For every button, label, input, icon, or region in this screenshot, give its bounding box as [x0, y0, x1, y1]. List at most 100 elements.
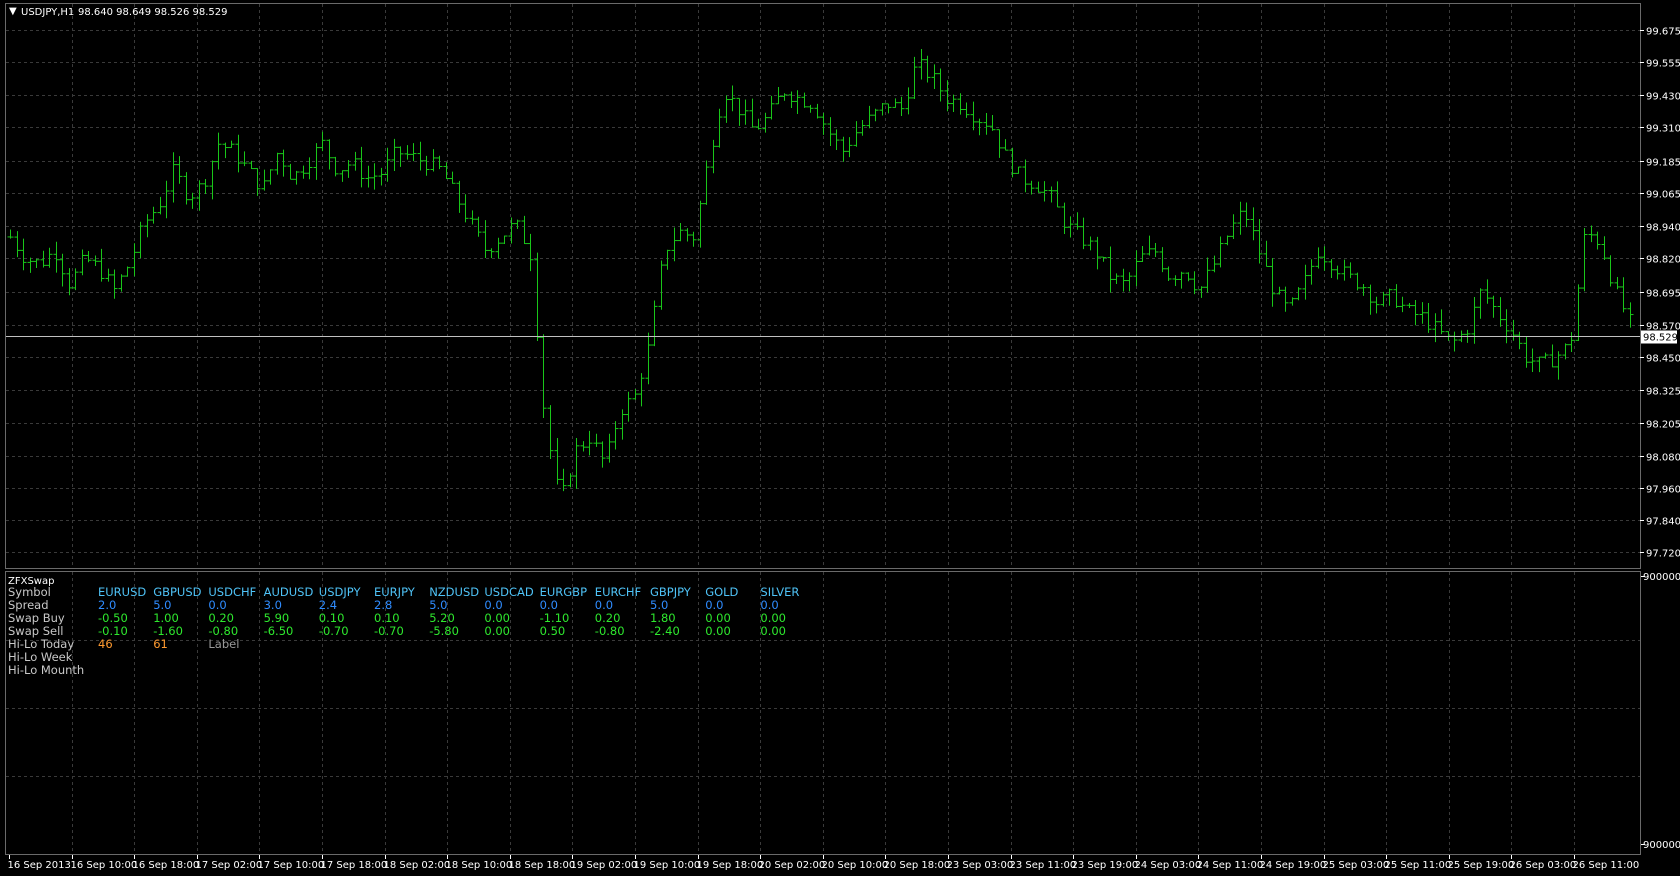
spread-cell: 0.0	[760, 598, 778, 612]
time-tick-label: 24 Sep 19:00	[1260, 860, 1327, 871]
spread-cell: 0.0	[540, 598, 558, 612]
spread-cell: 3.0	[264, 598, 282, 612]
row-label: Hi-Lo Mounth	[8, 663, 84, 677]
time-tick-label: 16 Sep 18:00	[133, 860, 200, 871]
time-tick-label: 18 Sep 10:00	[446, 860, 513, 871]
swap-sell-cell: 0.00	[705, 624, 731, 638]
swap-buy-cell: 5.20	[429, 611, 455, 625]
swap-buy-cell: 0.10	[319, 611, 345, 625]
swap-sell-cell: -6.50	[264, 624, 294, 638]
swap-sell-cell: -0.10	[98, 624, 128, 638]
price-tick-label: 99.675	[1646, 27, 1680, 38]
symbol-cell: EURJPY	[374, 585, 416, 599]
swap-sell-cell: 0.50	[540, 624, 566, 638]
swap-sell-cell: -1.60	[153, 624, 183, 638]
time-tick-label: 16 Sep 10:00	[71, 860, 138, 871]
symbol-cell: USDCAD	[484, 585, 533, 599]
chart-window: 99.675 99.555 99.430 99.310 99.185 99.065 98.9…	[0, 0, 1680, 872]
time-tick-label: 18 Sep 02:00	[384, 860, 451, 871]
time-tick-label: 17 Sep 10:00	[258, 860, 325, 871]
spread-cell: 5.0	[153, 598, 171, 612]
symbol-cell: GOLD	[705, 585, 738, 599]
time-tick-label: 16 Sep 2013	[8, 860, 71, 871]
swap-sell-cell: 0.00	[484, 624, 510, 638]
time-tick-label: 26 Sep 11:00	[1573, 860, 1640, 871]
price-tick-label: 98.450	[1646, 354, 1680, 365]
symbol-cell: NZDUSD	[429, 585, 479, 599]
price-tick-label: 98.205	[1646, 420, 1680, 431]
time-tick-label: 20 Sep 18:00	[884, 860, 951, 871]
symbol-cell: EURGBP	[540, 585, 587, 599]
row-label: Swap Buy	[8, 611, 65, 625]
symbol-cell: USDJPY	[319, 585, 362, 599]
row-label: Hi-Lo Today	[8, 637, 74, 651]
price-tick-label: 99.065	[1646, 190, 1680, 201]
swap-buy-cell: 0.10	[374, 611, 400, 625]
symbol-cell: AUDUSD	[264, 585, 314, 599]
swap-sell-cell: -0.80	[208, 624, 238, 638]
price-tick-label: 97.960	[1646, 485, 1680, 496]
spread-cell: 5.0	[429, 598, 447, 612]
time-tick-label: 19 Sep 10:00	[634, 860, 701, 871]
price-tick-label: 98.325	[1646, 387, 1680, 398]
time-tick-label: 18 Sep 18:00	[509, 860, 576, 871]
swap-buy-cell: 0.00	[705, 611, 731, 625]
price-tick-label: 98.940	[1646, 223, 1680, 234]
hilo-today-cell: Label	[208, 637, 239, 651]
swap-sell-cell: -0.70	[374, 624, 404, 638]
time-tick-label: 23 Sep 19:00	[1072, 860, 1139, 871]
collapse-triangle-icon[interactable]: ▼	[9, 6, 17, 17]
price-chart[interactable]: 99.675 99.555 99.430 99.310 99.185 99.065 98.9…	[0, 0, 1680, 872]
spread-cell: 0.0	[208, 598, 226, 612]
hilo-today-cell: 46	[98, 637, 113, 651]
swap-buy-cell: 0.20	[208, 611, 234, 625]
time-tick-label: 23 Sep 11:00	[1010, 860, 1077, 871]
symbol-cell: GBPUSD	[153, 585, 201, 599]
swap-sell-cell: -2.40	[650, 624, 680, 638]
row-label: Hi-Lo Week	[8, 650, 73, 664]
time-tick-label: 19 Sep 02:00	[571, 860, 638, 871]
row-label: Symbol	[8, 585, 51, 599]
time-tick-label: 25 Sep 03:00	[1323, 860, 1390, 871]
swap-buy-cell: -1.10	[540, 611, 570, 625]
symbol-cell: GBPJPY	[650, 585, 692, 599]
spread-cell: 0.0	[705, 598, 723, 612]
spread-cell: 2.0	[98, 598, 116, 612]
price-tick-label: 98.695	[1646, 289, 1680, 300]
row-label: Swap Sell	[8, 624, 63, 638]
price-tick-label: 99.185	[1646, 158, 1680, 169]
indicator-scale-bottom: 9000000	[1643, 840, 1680, 851]
price-tick-label: 97.720	[1646, 549, 1680, 560]
symbol-cell: EURCHF	[595, 585, 641, 599]
swap-buy-cell: 1.80	[650, 611, 676, 625]
price-tick-label: 98.820	[1646, 255, 1680, 266]
swap-buy-cell: 0.20	[595, 611, 621, 625]
time-tick-label: 20 Sep 10:00	[822, 860, 889, 871]
swap-sell-cell: -5.80	[429, 624, 459, 638]
current-price-label: 98.529	[1643, 333, 1678, 344]
hilo-today-cell: 61	[153, 637, 168, 651]
indicator-scale-top: 9000000	[1643, 572, 1680, 583]
row-label: Spread	[8, 598, 49, 612]
swap-buy-cell: 1.00	[153, 611, 179, 625]
price-tick-label: 99.555	[1646, 59, 1680, 70]
time-tick-label: 25 Sep 19:00	[1448, 860, 1515, 871]
price-tick-label: 98.080	[1646, 453, 1680, 464]
spread-cell: 5.0	[650, 598, 668, 612]
ohlc-readout: 98.640 98.649 98.526 98.529	[78, 7, 228, 18]
spread-cell: 0.0	[484, 598, 502, 612]
time-tick-label: 24 Sep 03:00	[1135, 860, 1202, 871]
spread-cell: 0.0	[595, 598, 613, 612]
symbol-title: USDJPY,H1	[21, 7, 74, 18]
swap-buy-cell: -0.50	[98, 611, 128, 625]
symbol-cell: USDCHF	[208, 585, 256, 599]
time-tick-label: 23 Sep 03:00	[947, 860, 1014, 871]
time-tick-label: 26 Sep 03:00	[1510, 860, 1577, 871]
swap-sell-cell: -0.70	[319, 624, 349, 638]
swap-sell-cell: 0.00	[760, 624, 786, 638]
time-tick-label: 25 Sep 11:00	[1385, 860, 1452, 871]
time-tick-label: 24 Sep 11:00	[1197, 860, 1264, 871]
swap-buy-cell: 0.00	[484, 611, 510, 625]
swap-sell-cell: -0.80	[595, 624, 625, 638]
time-tick-label: 17 Sep 02:00	[196, 860, 263, 871]
